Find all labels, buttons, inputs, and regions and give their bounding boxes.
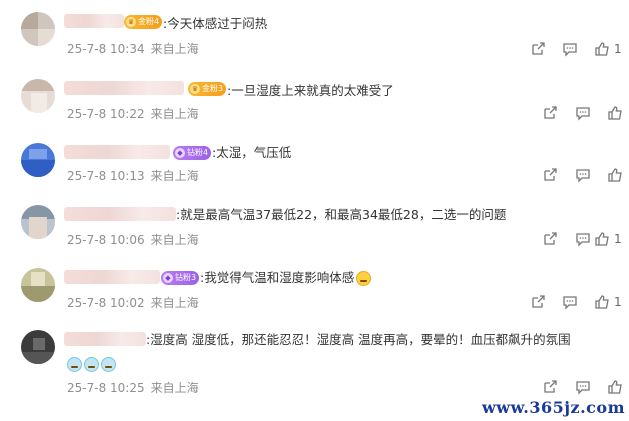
like-count: 1	[614, 42, 622, 56]
comment-location: 来自上海	[150, 107, 199, 121]
comment-meta: 25-7-8 10:34 来自上海	[67, 40, 205, 57]
cold-sweat-emoji-icon	[67, 357, 82, 372]
comment-date: 25-7-8 10:13	[67, 169, 145, 183]
forward-icon[interactable]	[542, 105, 558, 121]
username-blurred[interactable]	[64, 332, 146, 346]
like-count: 1	[614, 295, 622, 309]
comment-meta: 25-7-8 10:02 来自上海	[67, 294, 205, 311]
comment-icon[interactable]	[562, 294, 578, 310]
fan-badge: ♛ 金粉3	[188, 82, 226, 96]
comment-location: 来自上海	[150, 233, 199, 247]
like-icon[interactable]	[607, 379, 623, 395]
like-icon[interactable]	[594, 41, 610, 57]
forward-icon[interactable]	[542, 379, 558, 395]
comment-date: 25-7-8 10:22	[67, 107, 145, 121]
avatar[interactable]	[21, 330, 55, 364]
comment-date: 25-7-8 10:25	[67, 381, 145, 395]
forward-icon[interactable]	[530, 294, 546, 310]
fan-badge: ◆ 钻粉3	[161, 271, 199, 285]
comment-text: :就是最高气温37最低22，和最高34最低28，二选一的问题	[176, 207, 507, 222]
username-blurred[interactable]	[64, 207, 176, 221]
comment-text: :太湿，气压低	[212, 145, 292, 160]
comment-icon[interactable]	[575, 105, 591, 121]
cold-sweat-emoji-icon	[101, 357, 116, 372]
badge-label: 钻粉4	[187, 148, 209, 157]
comment-meta: 25-7-8 10:13 来自上海	[67, 167, 205, 184]
comment-location: 来自上海	[150, 381, 199, 395]
comment-location: 来自上海	[150, 42, 199, 56]
comment-icon[interactable]	[575, 167, 591, 183]
comment-location: 来自上海	[150, 169, 199, 183]
comment-text: :我觉得气温和湿度影响体感	[200, 268, 373, 288]
avatar[interactable]	[21, 268, 55, 302]
comment-meta: 25-7-8 10:06 来自上海	[67, 231, 205, 248]
badge-label: 金粉3	[202, 84, 224, 93]
comment-actions: 1	[528, 294, 628, 310]
forward-icon[interactable]	[542, 167, 558, 183]
comment-text: :一旦湿度上来就真的太难受了	[227, 83, 394, 98]
site-watermark: www.365jz.com	[482, 398, 625, 417]
like-icon[interactable]	[607, 105, 623, 121]
like-count: 1	[614, 232, 622, 246]
comment-actions	[528, 167, 628, 183]
comment-actions	[528, 379, 628, 395]
comment-actions: 1	[528, 41, 628, 57]
comment-date: 25-7-8 10:02	[67, 296, 145, 310]
comment-date: 25-7-8 10:34	[67, 42, 145, 56]
diamond-icon: ◆	[163, 273, 173, 283]
comment-location: 来自上海	[150, 296, 199, 310]
fan-badge: ◆ 钻粉4	[173, 146, 211, 160]
username-blurred[interactable]	[64, 270, 160, 284]
comment-icon[interactable]	[575, 379, 591, 395]
username-blurred[interactable]	[64, 14, 124, 28]
like-icon[interactable]	[607, 167, 623, 183]
fan-badge: ♛ 金粉4	[124, 15, 162, 29]
comment-meta: 25-7-8 10:22 来自上海	[67, 105, 205, 122]
badge-label: 钻粉3	[175, 273, 197, 282]
avatar[interactable]	[21, 205, 55, 239]
crown-icon: ♛	[190, 84, 200, 94]
avatar[interactable]	[21, 79, 55, 113]
comment-date: 25-7-8 10:06	[67, 233, 145, 247]
username-blurred[interactable]	[64, 81, 184, 95]
comment-icon[interactable]	[575, 231, 591, 247]
comment-actions	[528, 105, 628, 121]
avatar[interactable]	[21, 12, 55, 46]
avatar[interactable]	[21, 143, 55, 177]
forward-icon[interactable]	[530, 41, 546, 57]
username-blurred[interactable]	[64, 145, 170, 159]
comment-emojis	[67, 354, 118, 373]
grinning-sweat-emoji-icon	[356, 271, 372, 286]
comment-text: :今天体感过于闷热	[163, 16, 268, 31]
comment-icon[interactable]	[562, 41, 578, 57]
comment-actions: 1	[528, 231, 628, 247]
badge-label: 金粉4	[138, 17, 160, 26]
diamond-icon: ◆	[175, 148, 185, 158]
cold-sweat-emoji-icon	[84, 357, 99, 372]
comment-meta: 25-7-8 10:25 来自上海	[67, 379, 205, 396]
comment-text: :湿度高 湿度低，那还能忍忍！湿度高 温度再高，要晕的！血压都飙升的氛围	[146, 332, 571, 347]
like-icon[interactable]	[594, 294, 610, 310]
comment-text-body: :我觉得气温和湿度影响体感	[200, 270, 355, 285]
forward-icon[interactable]	[542, 231, 558, 247]
crown-icon: ♛	[126, 17, 136, 27]
like-icon[interactable]	[594, 231, 610, 247]
